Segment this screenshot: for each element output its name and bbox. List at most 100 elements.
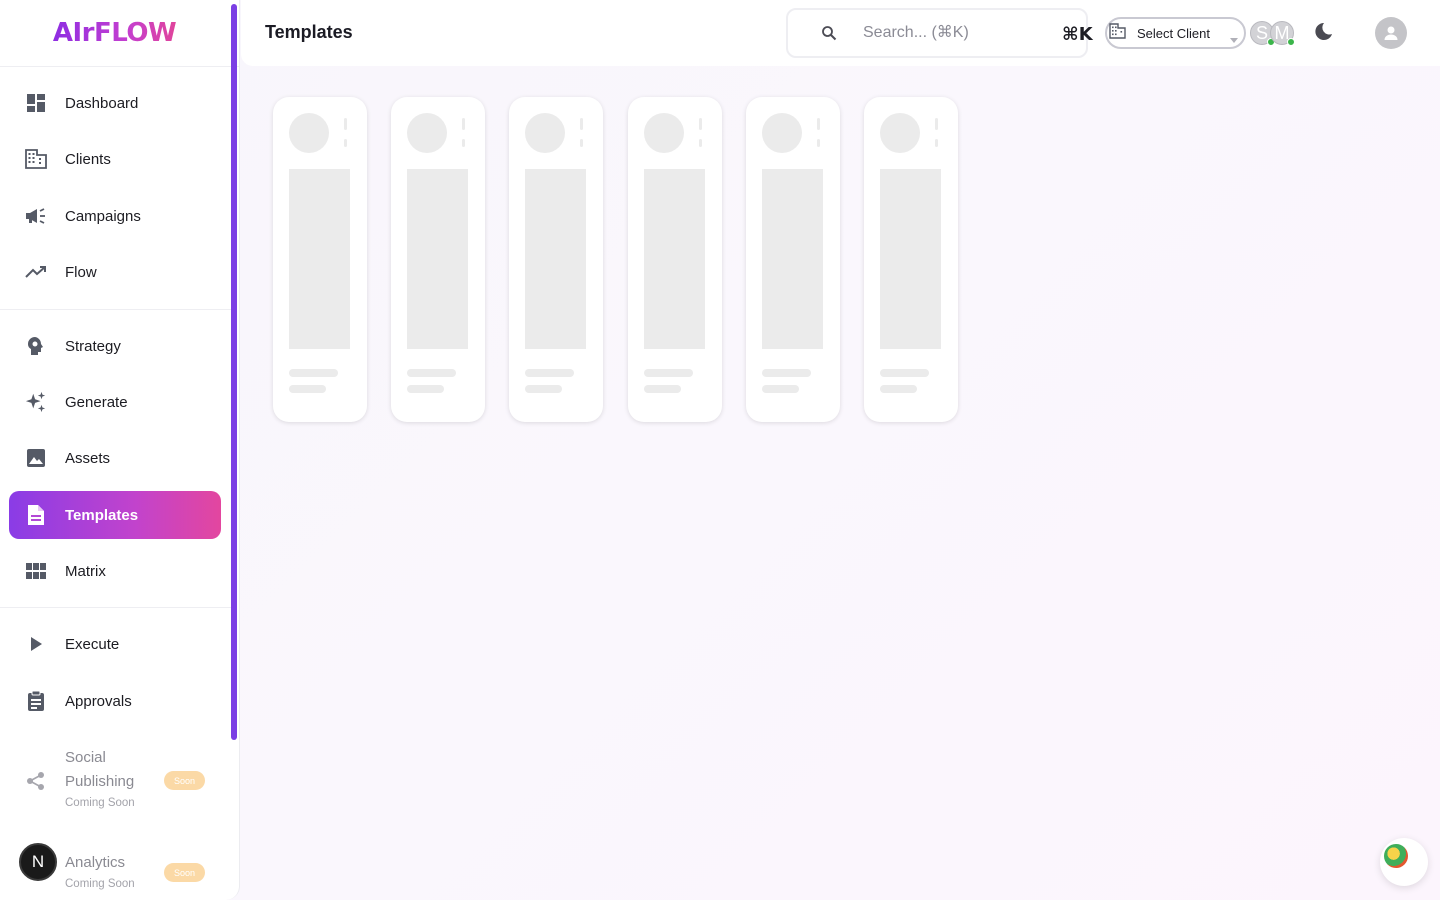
skeleton-preview xyxy=(407,169,468,349)
shortcut-hint: ⌘K xyxy=(1062,24,1093,45)
sidebar-item-execute[interactable]: Execute xyxy=(9,620,221,668)
skeleton-title xyxy=(880,369,929,377)
user-avatar[interactable] xyxy=(1375,17,1407,49)
sidebar-item-label: Strategy xyxy=(65,337,121,355)
building-icon xyxy=(1109,22,1127,44)
skeleton-preview xyxy=(644,169,705,349)
sidebar-item-clients[interactable]: Clients xyxy=(9,135,221,183)
skeleton-menu xyxy=(699,118,702,130)
sidebar-item-label: Clients xyxy=(65,150,111,168)
skeleton-subtitle xyxy=(407,385,444,393)
skeleton-avatar xyxy=(407,113,447,153)
sidebar-item-generate[interactable]: Generate xyxy=(9,378,221,426)
skeleton-title xyxy=(289,369,338,377)
moon-icon[interactable] xyxy=(1313,22,1333,47)
sidebar-item-label: Assets xyxy=(65,449,111,467)
sidebar-item-dashboard[interactable]: Dashboard xyxy=(9,79,221,127)
skeleton-title xyxy=(407,369,456,377)
sidebar-item-label: Approvals xyxy=(65,692,132,710)
sidebar-scrollbar[interactable] xyxy=(231,4,237,740)
sidebar-item-assets[interactable]: Assets xyxy=(9,434,221,482)
skeleton-menu xyxy=(699,139,702,147)
template-card-skeleton xyxy=(509,97,603,422)
template-card-skeleton xyxy=(273,97,367,422)
skeleton-preview xyxy=(289,169,350,349)
search-box[interactable] xyxy=(786,8,1088,58)
skeleton-title xyxy=(644,369,693,377)
skeleton-menu xyxy=(935,118,938,130)
analytics-text: Analytics Coming Soon xyxy=(65,850,135,893)
page-title: Templates xyxy=(265,22,353,42)
social-publishing-label-2: Publishing xyxy=(65,773,135,790)
sidebar-item-label: Templates xyxy=(65,506,139,524)
brain-head-icon xyxy=(25,335,47,357)
share-icon xyxy=(25,770,47,792)
sidebar-item-matrix[interactable]: Matrix xyxy=(9,547,221,595)
sidebar-item-label: Flow xyxy=(65,263,97,281)
online-indicator xyxy=(1287,38,1295,46)
search-input[interactable] xyxy=(863,24,1043,42)
trending-up-icon xyxy=(25,261,47,283)
skeleton-avatar xyxy=(880,113,920,153)
chevron-down-icon xyxy=(1230,30,1238,48)
sidebar-item-strategy[interactable]: Strategy xyxy=(9,322,221,370)
sidebar-item-label: Dashboard xyxy=(65,94,139,112)
soon-badge: Soon xyxy=(164,863,205,882)
skeleton-subtitle xyxy=(644,385,681,393)
sidebar-item-social-publishing: Social Publishing Coming Soon Soon xyxy=(9,745,221,817)
sidebar: AIrFLOW Dashboard Clients Campaigns Flow… xyxy=(0,0,240,900)
social-publishing-text: Social Publishing Coming Soon xyxy=(65,745,135,812)
sidebar-item-label: Generate xyxy=(65,393,128,411)
skeleton-menu xyxy=(580,118,583,130)
sidebar-item-flow[interactable]: Flow xyxy=(9,248,221,296)
skeleton-avatar xyxy=(762,113,802,153)
social-publishing-label-1: Social xyxy=(65,749,106,766)
skeleton-subtitle xyxy=(880,385,917,393)
image-icon xyxy=(25,447,47,469)
devtools-icon xyxy=(1384,844,1408,868)
skeleton-menu xyxy=(462,118,465,130)
building-icon xyxy=(25,148,47,170)
next-dev-badge[interactable]: N xyxy=(19,843,57,881)
template-card-skeleton xyxy=(628,97,722,422)
play-icon xyxy=(25,633,47,655)
clipboard-icon xyxy=(25,690,47,712)
client-select[interactable]: Select Client xyxy=(1105,17,1246,49)
person-icon xyxy=(1384,26,1398,40)
document-icon xyxy=(25,504,47,526)
brand-name: AIrFLOW xyxy=(52,18,177,48)
coming-soon-text: Coming Soon xyxy=(65,797,135,809)
sidebar-divider xyxy=(0,309,232,310)
sidebar-item-approvals[interactable]: Approvals xyxy=(9,677,221,725)
skeleton-title xyxy=(762,369,811,377)
dashboard-icon xyxy=(25,92,47,114)
megaphone-icon xyxy=(25,205,47,227)
brand-logo[interactable]: AIrFLOW xyxy=(0,0,239,67)
template-card-skeleton xyxy=(746,97,840,422)
skeleton-menu xyxy=(817,139,820,147)
skeleton-title xyxy=(525,369,574,377)
template-card-skeleton xyxy=(391,97,485,422)
skeleton-avatar xyxy=(525,113,565,153)
skeleton-menu xyxy=(344,118,347,130)
skeleton-subtitle xyxy=(762,385,799,393)
sidebar-item-templates[interactable]: Templates xyxy=(9,491,221,539)
sidebar-item-label: Campaigns xyxy=(65,207,141,225)
devtools-button[interactable] xyxy=(1380,838,1428,886)
skeleton-menu xyxy=(580,139,583,147)
skeleton-avatar xyxy=(644,113,684,153)
skeleton-preview xyxy=(525,169,586,349)
sidebar-item-campaigns[interactable]: Campaigns xyxy=(9,192,221,240)
analytics-label: Analytics xyxy=(65,854,126,871)
skeleton-avatar xyxy=(289,113,329,153)
grid-icon xyxy=(25,560,47,582)
coming-soon-text: Coming Soon xyxy=(65,878,135,890)
skeleton-preview xyxy=(880,169,941,349)
skeleton-menu xyxy=(462,139,465,147)
skeleton-subtitle xyxy=(525,385,562,393)
client-select-label: Select Client xyxy=(1137,25,1210,41)
skeleton-menu xyxy=(817,118,820,130)
sidebar-item-label: Matrix xyxy=(65,562,106,580)
top-header: Templates ⌘K Select Client S M xyxy=(241,0,1440,66)
skeleton-menu xyxy=(935,139,938,147)
